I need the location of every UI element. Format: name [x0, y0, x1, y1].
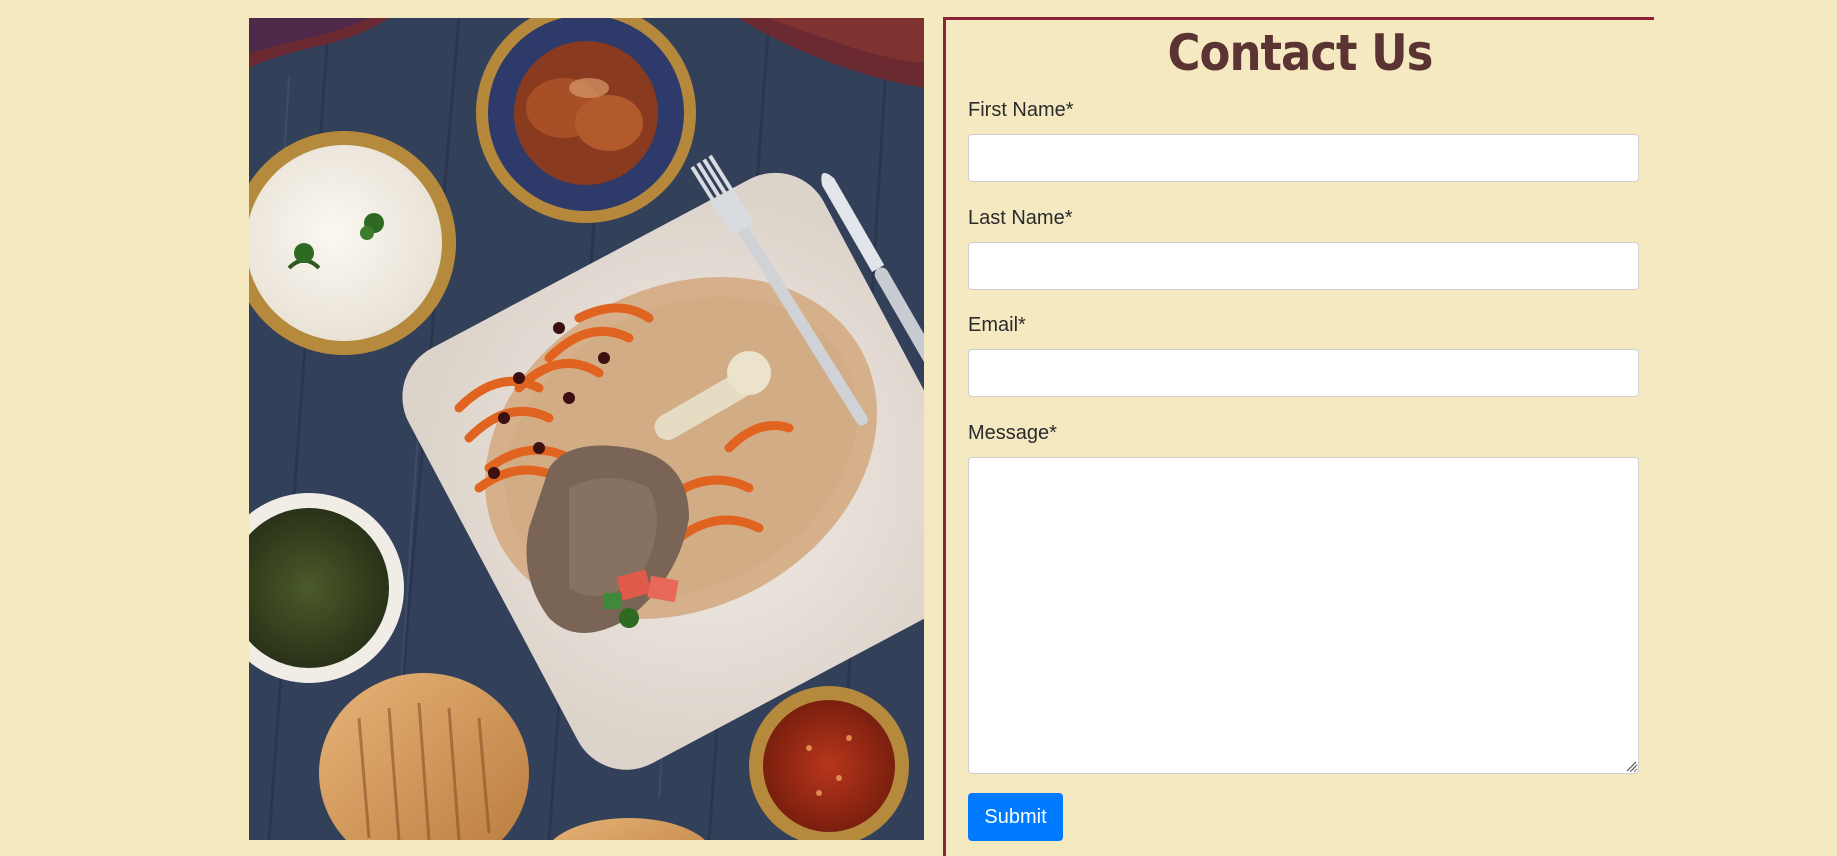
email-field[interactable]: [968, 349, 1639, 397]
afghan-food-platter-image: [249, 18, 924, 840]
email-label: Email*: [968, 314, 1026, 336]
message-textarea[interactable]: [968, 457, 1639, 774]
last-name-field[interactable]: [968, 242, 1639, 290]
contact-form-panel: Contact Us First Name* Last Name* Email*…: [943, 17, 1654, 856]
submit-button[interactable]: Submit: [968, 793, 1063, 841]
first-name-field[interactable]: [968, 134, 1639, 182]
page-title: Contact Us: [1167, 24, 1434, 82]
message-label: Message*: [968, 422, 1057, 444]
last-name-label: Last Name*: [968, 207, 1073, 229]
first-name-label: First Name*: [968, 99, 1074, 121]
